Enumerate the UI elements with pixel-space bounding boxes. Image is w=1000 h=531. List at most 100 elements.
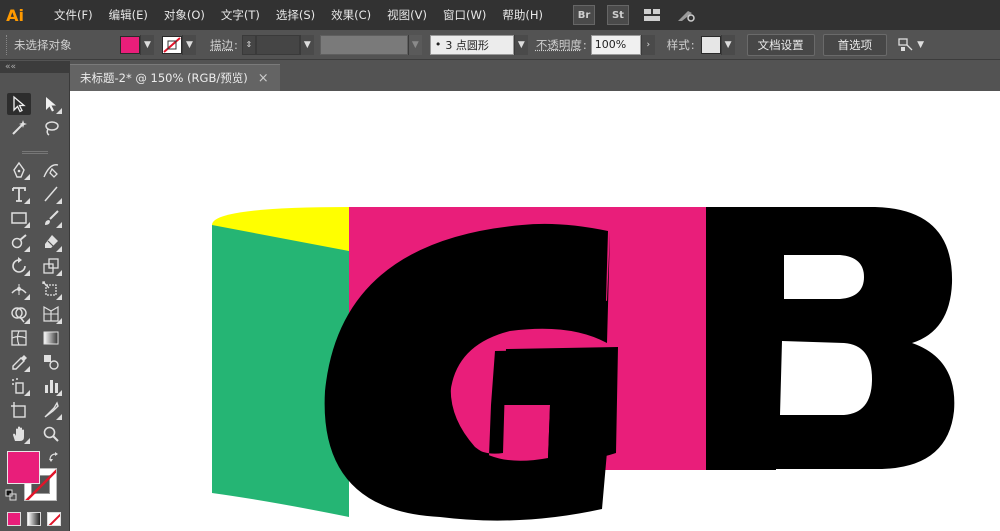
tools-panel — [0, 73, 70, 531]
stroke-color-dropdown[interactable]: ▼ — [162, 34, 196, 55]
fill-color-box[interactable] — [7, 451, 40, 484]
lasso-tool[interactable] — [39, 117, 63, 139]
direct-selection-tool[interactable] — [39, 93, 63, 115]
illustrator-logo: Ai — [6, 5, 24, 25]
curvature-tool[interactable] — [39, 159, 63, 181]
menu-select[interactable]: 选择(S) — [268, 0, 323, 30]
style-label: 样式 — [666, 37, 690, 52]
control-bar: 未选择对象 ▼ ▼ 描边 : ⇕ ▼ ▼ • 3 点圆形 ▼ 不透明度 : 10… — [0, 30, 1000, 60]
bridge-button[interactable]: Br — [572, 5, 595, 25]
magic-wand-tool[interactable] — [7, 117, 31, 139]
paintbrush-tool[interactable] — [39, 207, 63, 229]
stroke-label[interactable]: 描边 — [210, 37, 233, 53]
pen-tool[interactable] — [7, 159, 31, 181]
graphic-style-dropdown[interactable]: ▼ — [700, 34, 735, 55]
arrange-documents-icon[interactable] — [641, 5, 663, 25]
menu-object[interactable]: 对象(O) — [156, 0, 213, 30]
rotate-tool[interactable] — [7, 255, 31, 277]
document-tab-title: 未标题-2* @ 150% (RGB/预览) — [80, 71, 248, 85]
perspective-grid-tool[interactable] — [39, 303, 63, 325]
shaper-tool[interactable] — [7, 231, 31, 253]
eyedropper-tool[interactable] — [7, 351, 31, 373]
preferences-button[interactable]: 首选项 — [822, 33, 888, 56]
profile-dropdown[interactable]: ▼ — [407, 34, 422, 55]
none-mode-button[interactable] — [47, 512, 61, 526]
flyout-indicator — [24, 390, 30, 396]
gradient-tool[interactable] — [39, 327, 63, 349]
scale-tool[interactable] — [39, 255, 63, 277]
default-fill-stroke-icon[interactable] — [5, 489, 17, 501]
blend-tool[interactable] — [39, 351, 63, 373]
tool-divider — [22, 151, 48, 154]
zoom-tool[interactable] — [39, 423, 63, 445]
gradient-icon — [43, 331, 59, 345]
magic-wand-icon — [12, 120, 27, 135]
flyout-indicator — [24, 366, 30, 372]
menu-edit[interactable]: 编辑(E) — [101, 0, 156, 30]
flyout-indicator — [56, 318, 62, 324]
flyout-indicator — [24, 246, 30, 252]
mesh-icon — [11, 330, 27, 346]
flyout-indicator — [24, 438, 30, 444]
chevron-down-icon: ▼ — [917, 39, 925, 50]
type-tool[interactable] — [7, 183, 31, 205]
opacity-colon: : — [582, 37, 587, 52]
stroke-weight-input[interactable] — [255, 34, 300, 55]
brush-bullet: • — [434, 38, 442, 51]
fill-swatch — [120, 35, 140, 54]
slice-tool[interactable] — [39, 399, 63, 421]
close-icon[interactable]: × — [258, 71, 269, 86]
stroke-none-swatch — [162, 35, 182, 54]
document-tab[interactable]: 未标题-2* @ 150% (RGB/预览) × — [70, 64, 280, 91]
opacity-expand[interactable]: › — [640, 34, 655, 55]
opacity-input[interactable]: 100% — [590, 34, 641, 55]
selection-tool[interactable] — [7, 93, 31, 115]
flyout-indicator — [24, 222, 30, 228]
document-setup-button[interactable]: 文档设置 — [746, 33, 815, 56]
menu-effect[interactable]: 效果(C) — [323, 0, 379, 30]
variable-width-profile[interactable] — [319, 34, 408, 55]
brush-definition-dropdown[interactable]: • 3 点圆形 — [429, 34, 514, 55]
toolbar-collapse[interactable]: «« — [0, 61, 70, 73]
rectangle-tool[interactable] — [7, 207, 31, 229]
style-colon: : — [690, 37, 695, 52]
fill-color-dropdown[interactable]: ▼ — [120, 34, 154, 55]
swap-fill-stroke-icon[interactable] — [48, 451, 60, 463]
menu-view[interactable]: 视图(V) — [379, 0, 435, 30]
align-to-icon[interactable]: ▼ — [897, 37, 924, 53]
symbol-sprayer-tool[interactable] — [7, 375, 31, 397]
chevron-down-icon: ▼ — [140, 34, 154, 55]
menu-type[interactable]: 文字(T) — [213, 0, 268, 30]
stroke-weight-stepper[interactable]: ⇕ — [241, 34, 256, 55]
stock-button[interactable]: St — [606, 5, 629, 25]
brush-chevron[interactable]: ▼ — [513, 34, 528, 55]
flyout-indicator — [56, 108, 62, 114]
artboard-icon — [11, 402, 26, 418]
stroke-weight-dropdown[interactable]: ▼ — [299, 34, 314, 55]
eraser-tool[interactable] — [39, 231, 63, 253]
document-tab-bar: 未标题-2* @ 150% (RGB/预览) × — [70, 61, 1000, 91]
flyout-indicator — [56, 390, 62, 396]
menu-bar: Ai 文件(F) 编辑(E) 对象(O) 文字(T) 选择(S) 效果(C) 视… — [0, 0, 1000, 30]
gradient-mode-button[interactable] — [27, 512, 41, 526]
menu-file[interactable]: 文件(F) — [46, 0, 101, 30]
menu-window[interactable]: 窗口(W) — [435, 0, 494, 30]
free-transform-tool[interactable] — [39, 279, 63, 301]
brush-label: 3 点圆形 — [445, 38, 489, 52]
curvature-icon — [43, 164, 59, 178]
mesh-tool[interactable] — [7, 327, 31, 349]
blend-icon — [44, 355, 59, 370]
line-segment-tool[interactable] — [39, 183, 63, 205]
selection-arrow-icon — [13, 95, 26, 113]
shape-builder-tool[interactable] — [7, 303, 31, 325]
hand-tool[interactable] — [7, 423, 31, 445]
width-tool[interactable] — [7, 279, 31, 301]
menu-help[interactable]: 帮助(H) — [494, 0, 551, 30]
artboard-tool[interactable] — [7, 399, 31, 421]
artboard-canvas[interactable] — [70, 91, 1000, 531]
color-mode-button[interactable] — [7, 512, 21, 526]
gpu-performance-icon[interactable] — [675, 5, 697, 25]
column-graph-tool[interactable] — [39, 375, 63, 397]
opacity-label[interactable]: 不透明度 — [536, 37, 582, 53]
flyout-indicator — [56, 222, 62, 228]
